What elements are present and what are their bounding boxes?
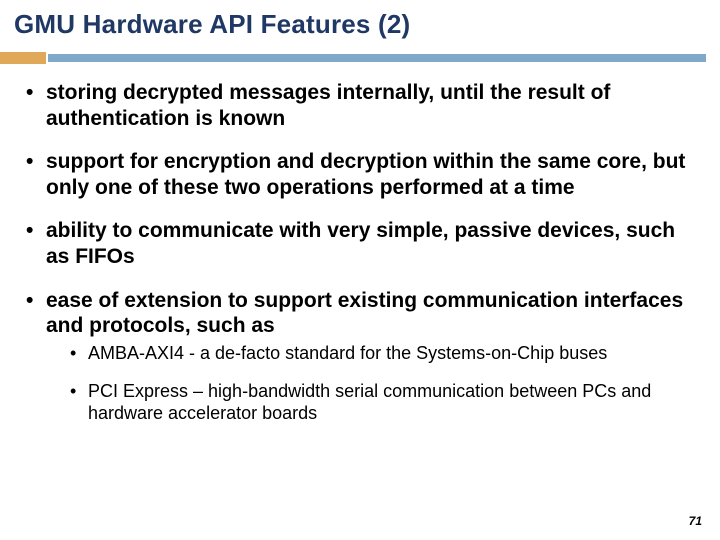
- list-item: support for encryption and decryption wi…: [24, 149, 696, 200]
- bullet-text: ease of extension to support existing co…: [46, 289, 683, 338]
- list-item: ability to communicate with very simple,…: [24, 218, 696, 269]
- list-item: storing decrypted messages internally, u…: [24, 80, 696, 131]
- list-item: PCI Express – high-bandwidth serial comm…: [68, 381, 696, 425]
- accent-bar: [0, 52, 720, 64]
- slide-title: GMU Hardware API Features (2): [14, 10, 706, 40]
- bullet-text: support for encryption and decryption wi…: [46, 150, 685, 199]
- list-item: ease of extension to support existing co…: [24, 288, 696, 425]
- content-area: storing decrypted messages internally, u…: [0, 64, 720, 425]
- sub-list: AMBA-AXI4 - a de-facto standard for the …: [68, 343, 696, 425]
- title-block: GMU Hardware API Features (2): [0, 0, 720, 46]
- accent-long: [48, 54, 706, 62]
- list-item: AMBA-AXI4 - a de-facto standard for the …: [68, 343, 696, 365]
- page-number: 71: [689, 514, 702, 528]
- accent-short: [0, 52, 46, 64]
- bullet-list: storing decrypted messages internally, u…: [24, 80, 696, 425]
- sub-bullet-text: PCI Express – high-bandwidth serial comm…: [88, 381, 651, 423]
- bullet-text: ability to communicate with very simple,…: [46, 219, 675, 268]
- bullet-text: storing decrypted messages internally, u…: [46, 81, 610, 130]
- slide: GMU Hardware API Features (2) storing de…: [0, 0, 720, 540]
- sub-bullet-text: AMBA-AXI4 - a de-facto standard for the …: [88, 343, 607, 363]
